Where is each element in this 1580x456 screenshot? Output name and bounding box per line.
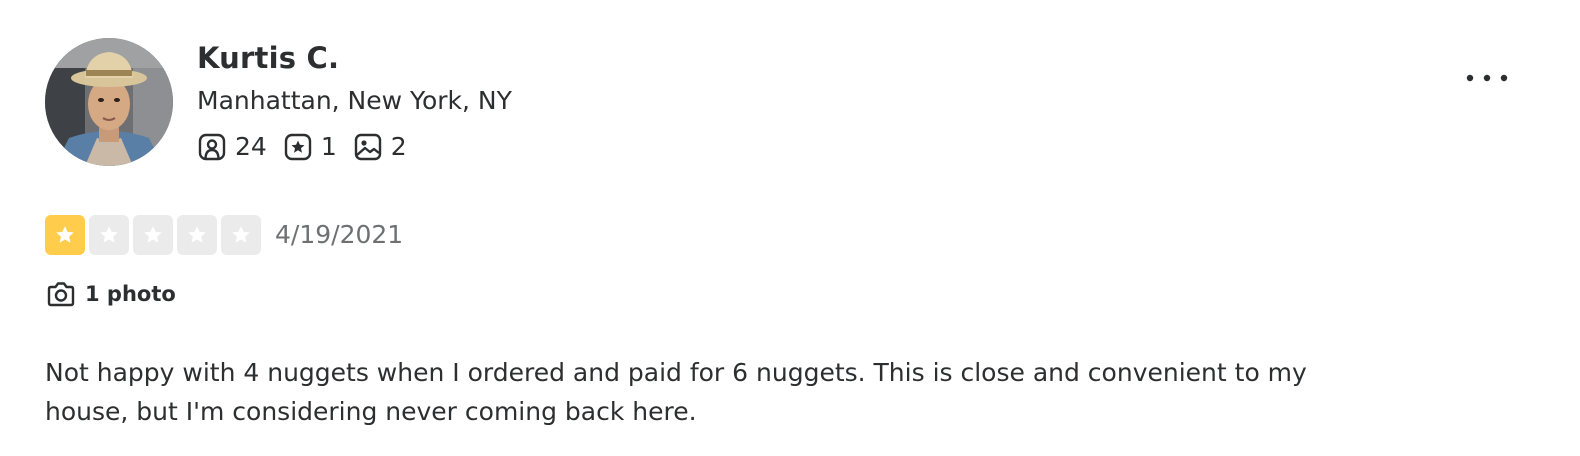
photos-count: 2 [390, 132, 407, 161]
star-icon [221, 215, 261, 255]
user-stats: 24 1 2 [197, 129, 512, 165]
review-card: Kurtis C. Manhattan, New York, NY 24 1 2… [0, 0, 1580, 456]
rating-row: 4/19/2021 [45, 214, 403, 256]
review-text: Not happy with 4 nuggets when I ordered … [45, 358, 1307, 426]
reviews-count: 1 [320, 132, 337, 161]
star-icon [89, 215, 129, 255]
stat-photos: 2 [353, 132, 407, 162]
user-name[interactable]: Kurtis C. [197, 36, 512, 80]
user-location: Manhattan, New York, NY [197, 86, 512, 115]
camera-icon [45, 278, 77, 310]
star-icon [133, 215, 173, 255]
star-icon [177, 215, 217, 255]
stat-reviews: 1 [283, 132, 337, 162]
friends-icon [197, 132, 227, 162]
star-rating [45, 215, 265, 255]
photos-count-label: 1 photo [85, 282, 176, 306]
more-options-button[interactable] [1462, 60, 1512, 94]
photos-link[interactable]: 1 photo [45, 278, 176, 310]
review-star-icon [283, 132, 313, 162]
avatar[interactable] [45, 38, 173, 166]
user-info: Kurtis C. Manhattan, New York, NY 24 1 2 [197, 36, 512, 165]
review-date: 4/19/2021 [275, 220, 404, 249]
star-icon [45, 215, 85, 255]
more-options-icon [1465, 68, 1509, 87]
friends-count: 24 [235, 132, 267, 161]
photo-icon [353, 132, 383, 162]
stat-friends: 24 [197, 132, 267, 162]
